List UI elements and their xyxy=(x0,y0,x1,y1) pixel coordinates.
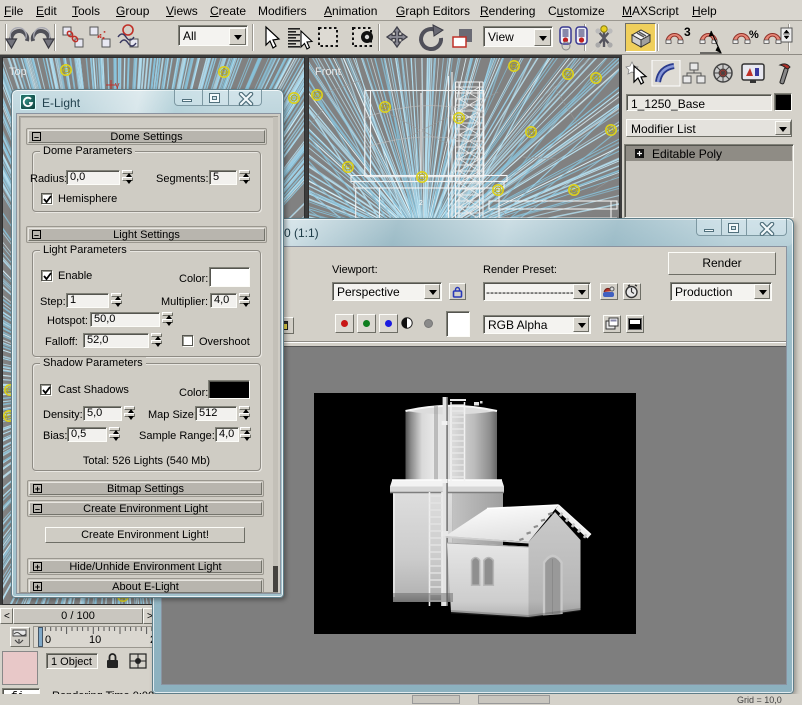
svg-text:3: 3 xyxy=(684,25,691,39)
svg-text:2: 2 xyxy=(419,200,423,207)
svg-text:%: % xyxy=(749,29,759,41)
